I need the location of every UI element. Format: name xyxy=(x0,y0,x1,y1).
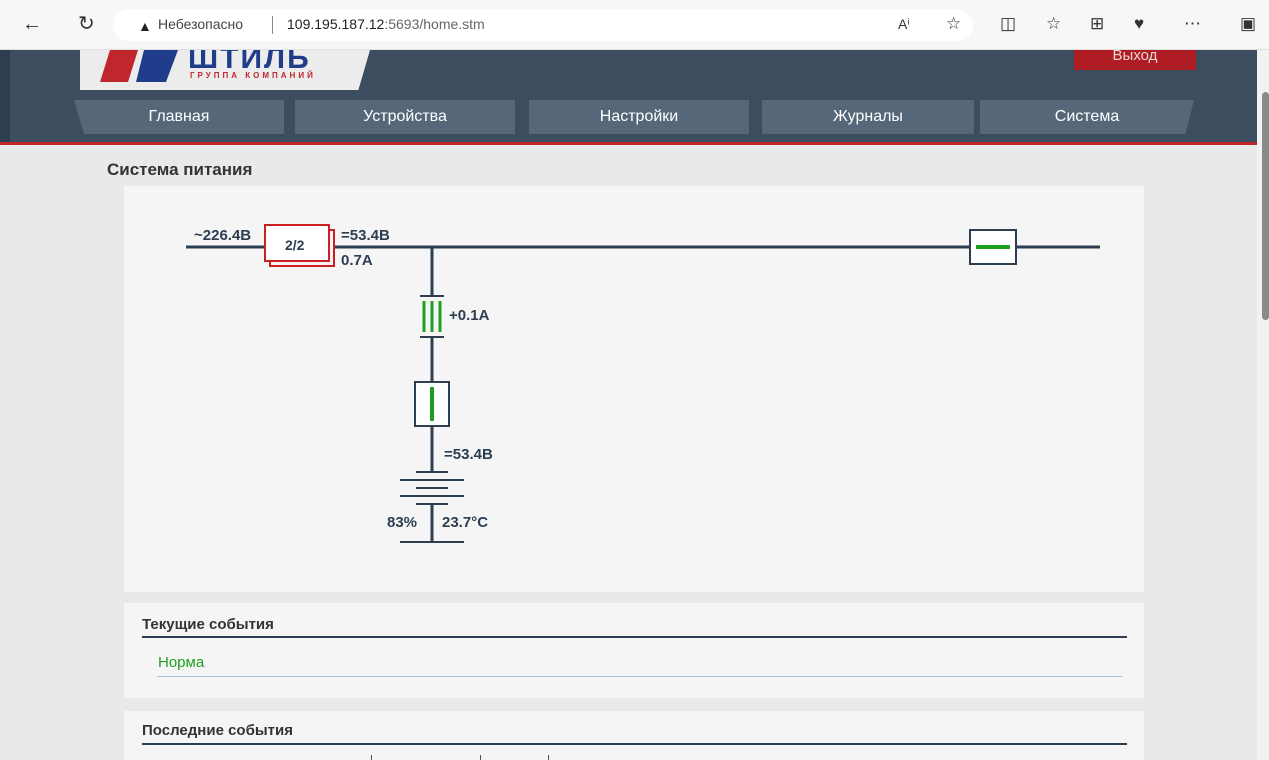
table-column-divider xyxy=(548,755,549,760)
menu-item-system[interactable]: Система xyxy=(980,100,1194,134)
current-events-rule xyxy=(142,636,1127,638)
rectifier-count-label: 2/2 xyxy=(285,237,305,253)
menu-item-logs[interactable]: Журналы xyxy=(762,100,974,134)
current-events-status: Норма xyxy=(158,654,205,671)
input-voltage-label: ~226.4В xyxy=(194,227,252,244)
current-events-underline xyxy=(157,676,1122,677)
output-current-label: 0.7A xyxy=(341,252,373,269)
security-label[interactable]: Небезопасно xyxy=(158,16,243,32)
warning-icon[interactable]: ▲ xyxy=(138,19,152,33)
logo-subtitle: ГРУППА КОМПАНИЙ xyxy=(190,71,316,80)
more-icon[interactable]: ⋯ xyxy=(1184,14,1201,34)
last-events-title: Последние события xyxy=(142,722,293,739)
table-column-divider xyxy=(480,755,481,760)
address-divider xyxy=(272,16,273,34)
browser-toolbar: ← ↻ ▲ Небезопасно 109.195.187.12:5693/ho… xyxy=(0,0,1269,50)
exit-button[interactable]: Выход xyxy=(1074,50,1196,70)
logo-mark-icon xyxy=(100,50,178,82)
menu-item-settings[interactable]: Настройки xyxy=(529,100,749,134)
favorites-icon[interactable]: ☆ xyxy=(1046,14,1061,34)
logo-text: ШТИЛЬ xyxy=(188,50,311,68)
back-icon[interactable]: ← xyxy=(22,14,42,34)
last-events-panel: Последние события xyxy=(124,711,1144,760)
url-host: 109.195.187.12 xyxy=(287,16,385,32)
battery-temp-label: 23.7°C xyxy=(442,514,489,531)
performance-icon[interactable]: ♥ xyxy=(1134,14,1144,34)
menu-item-home[interactable]: Главная xyxy=(74,100,284,134)
split-screen-icon[interactable]: ◫ xyxy=(1000,14,1016,34)
sidebar-icon[interactable]: ▣ xyxy=(1240,14,1256,34)
battery-charge-label: 83% xyxy=(387,514,418,531)
last-events-rule xyxy=(142,743,1127,745)
read-aloud-icon[interactable]: Aⁱ xyxy=(898,14,910,34)
favorite-star-icon[interactable]: ☆ xyxy=(946,14,961,34)
collections-icon[interactable]: ⊞ xyxy=(1090,14,1104,34)
current-events-title: Текущие события xyxy=(142,616,274,633)
url-text[interactable]: 109.195.187.12:5693/home.stm xyxy=(287,16,485,32)
power-diagram-panel: ~226.4В 2/2 =53.4В 0.7A +0.1A =53.4В 83%… xyxy=(124,186,1144,592)
output-voltage-label: =53.4В xyxy=(341,227,390,244)
table-column-divider xyxy=(371,755,372,760)
menu-item-devices[interactable]: Устройства xyxy=(295,100,515,134)
scrollbar-thumb[interactable] xyxy=(1262,92,1269,320)
header-accent-line xyxy=(0,142,1257,145)
refresh-icon[interactable]: ↻ xyxy=(78,14,95,34)
url-path: :5693/home.stm xyxy=(384,16,485,32)
battery-current-label: +0.1A xyxy=(449,307,490,324)
page-title: Система питания xyxy=(107,160,253,179)
current-events-panel: Текущие события Норма xyxy=(124,603,1144,698)
power-diagram xyxy=(186,224,1100,543)
battery-voltage-label: =53.4В xyxy=(444,446,493,463)
